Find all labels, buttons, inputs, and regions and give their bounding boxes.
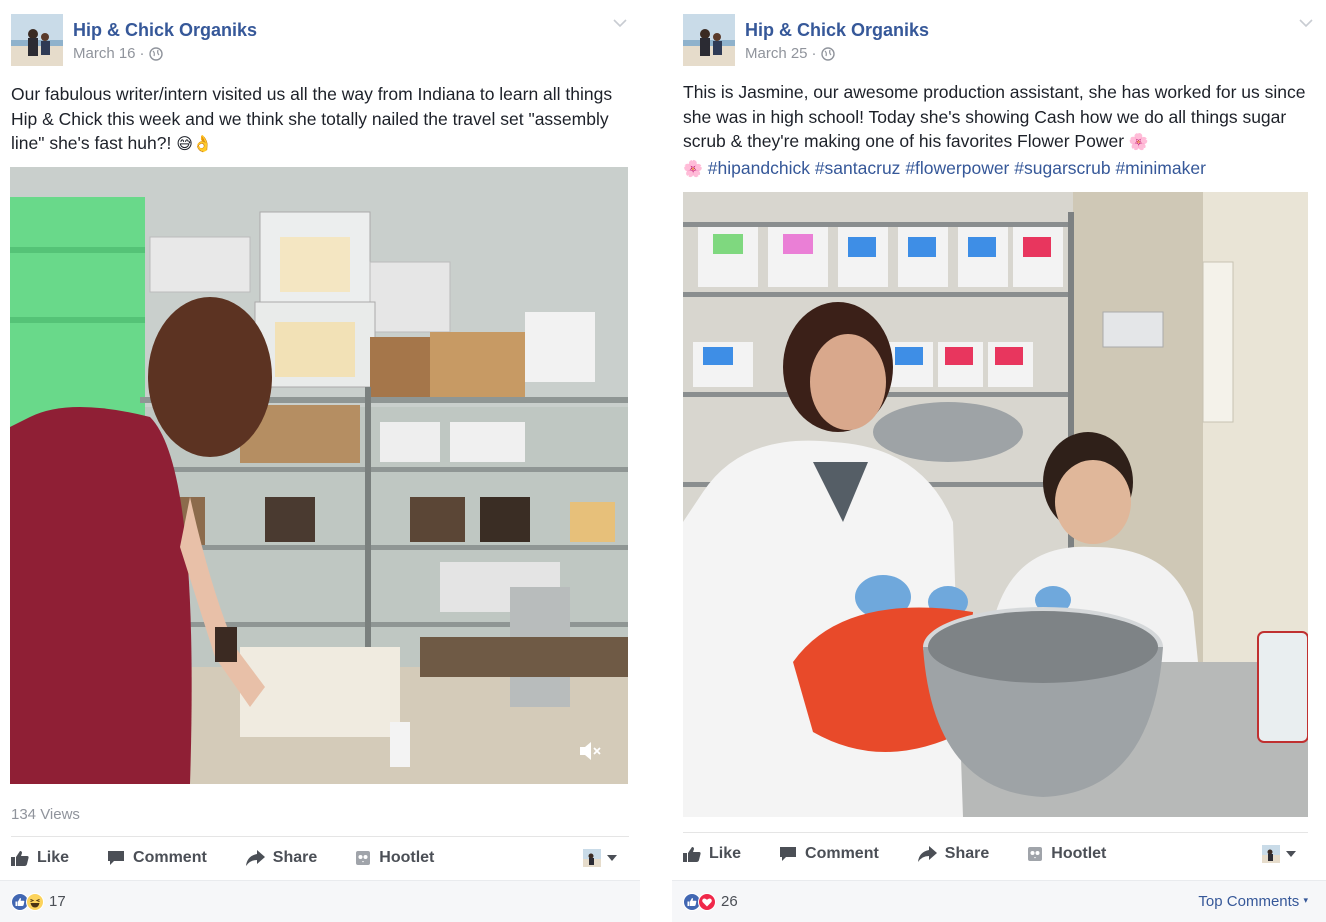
post-message-text: This is Jasmine, our awesome production … [683,82,1306,151]
page-name-link[interactable]: Hip & Chick Organiks [745,20,929,41]
love-reaction-icon [698,892,716,911]
share-arrow-icon [245,849,265,866]
post-message: Our fabulous writer/intern visited us al… [11,82,627,158]
reaction-icons [11,892,44,911]
page-avatar[interactable] [683,14,735,66]
post-header: Hip & Chick Organiks March 25 · [683,14,1315,66]
post-card-2: Hip & Chick Organiks March 25 · This is … [672,0,1326,922]
share-button[interactable]: Share [245,849,317,867]
comment-icon [780,846,797,861]
hashtag-link[interactable]: #sugarscrub [1014,158,1110,178]
post-card-1: Hip & Chick Organiks March 16 · Our fabu… [0,0,640,922]
post-meta: March 25 · [745,45,835,62]
hashtag-link[interactable]: #flowerpower [905,158,1009,178]
globe-icon[interactable] [820,46,835,61]
reaction-count: 17 [49,893,66,910]
chevron-down-icon[interactable] [1297,16,1315,30]
post-photo[interactable] [683,192,1308,817]
posting-as-avatar [583,849,601,867]
action-bar: Like Comment Share Hootlet [11,836,629,878]
like-button[interactable]: Like [11,849,69,867]
hootlet-owl-icon [356,850,371,865]
caret-down-icon [607,855,617,861]
post-date[interactable]: March 25 [745,45,808,62]
hashtag-link[interactable]: #santacruz [815,158,901,178]
caret-down-icon [1286,851,1296,857]
top-comments-dropdown[interactable]: Top Comments ▾ [1198,893,1308,910]
hashtag-link[interactable]: #hipandchick [708,158,810,178]
haha-reaction-icon [26,892,44,911]
reactions-summary[interactable]: 17 [0,880,640,922]
caret-down-icon: ▾ [1303,895,1308,905]
share-button[interactable]: Share [917,845,989,863]
hootlet-owl-icon [1028,846,1043,861]
audience-selector[interactable] [1262,845,1296,863]
hootlet-button[interactable]: Hootlet [1027,845,1106,863]
emoji-cherry-blossom: 🌸 [683,160,703,178]
post-header: Hip & Chick Organiks March 16 · [11,14,629,66]
post-date[interactable]: March 16 [73,45,136,62]
reaction-icons [683,892,716,911]
share-arrow-icon [917,845,937,862]
emoji-cherry-blossom: 🌸 [1128,134,1149,151]
post-meta: March 16 · [73,45,163,62]
audience-selector[interactable] [583,849,617,867]
chevron-down-icon[interactable] [611,16,629,30]
emoji-ok-hand: 👌 [192,136,213,153]
meta-separator: · [139,45,145,62]
view-count: 134 Views [11,806,80,823]
hootlet-button[interactable]: Hootlet [355,849,434,867]
reaction-count: 26 [721,893,738,910]
posting-as-avatar [1262,845,1280,863]
page-name-link[interactable]: Hip & Chick Organiks [73,20,257,41]
meta-separator: · [811,45,817,62]
action-bar: Like Comment Share Hootlet [683,832,1308,874]
globe-icon[interactable] [148,46,163,61]
hashtag-link[interactable]: #minimaker [1115,158,1205,178]
reactions-summary[interactable]: 26 Top Comments ▾ [672,880,1326,922]
comment-button[interactable]: Comment [107,849,207,867]
like-button[interactable]: Like [683,845,741,863]
emoji-sweat-smile: 😅 [176,136,193,153]
post-message: This is Jasmine, our awesome production … [683,80,1317,182]
post-video[interactable] [10,167,628,784]
thumbs-up-icon [683,846,701,862]
page-avatar[interactable] [11,14,63,66]
comment-button[interactable]: Comment [779,845,879,863]
post-message-text: Our fabulous writer/intern visited us al… [11,84,613,153]
thumbs-up-icon [11,850,29,866]
comment-icon [108,850,125,865]
